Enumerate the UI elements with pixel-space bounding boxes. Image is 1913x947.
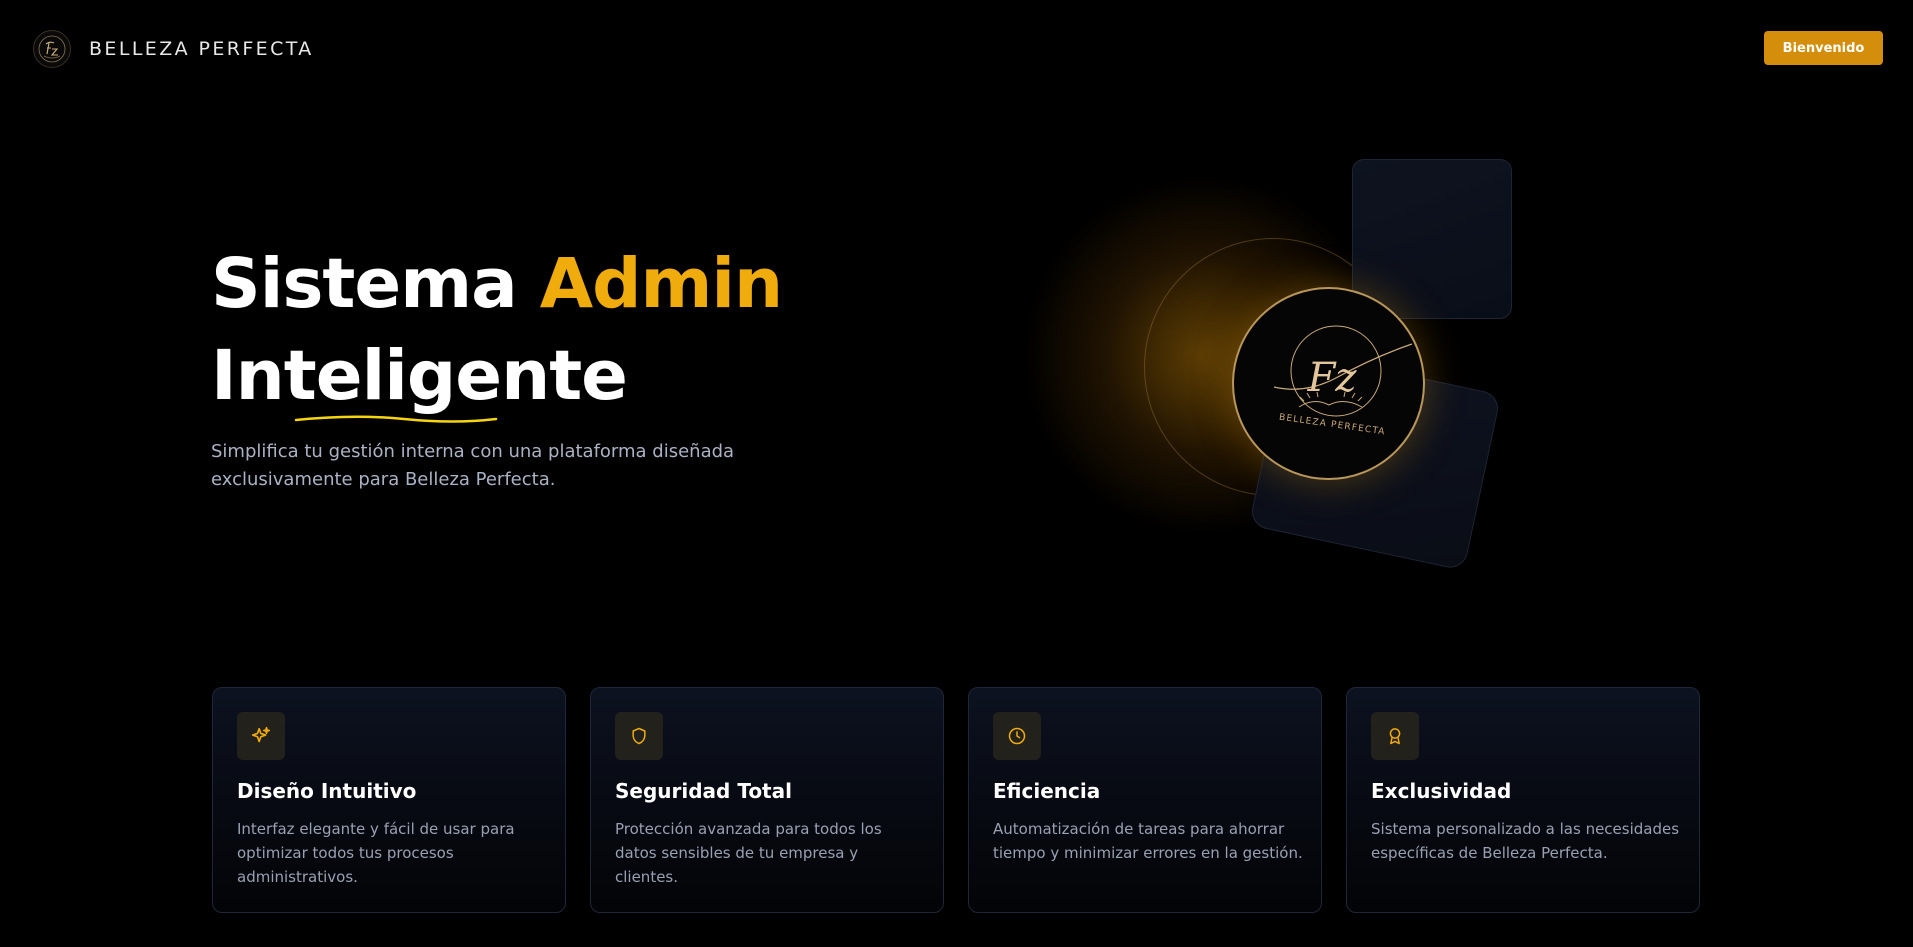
hero-title-part1: Sistema	[211, 244, 540, 324]
shield-icon	[615, 712, 663, 760]
hero-title-accent: Admin	[539, 244, 783, 324]
brand-emblem-logo: Fz BELLEZA PERFECTA	[1273, 325, 1412, 437]
emblem-monogram: Fz	[1306, 355, 1357, 401]
feature-card-efficiency: Eficiencia Automatización de tareas para…	[968, 687, 1322, 913]
hero-subtitle: Simplifica tu gestión interna con una pl…	[211, 441, 735, 490]
features-section: Diseño Intuitivo Interfaz elegante y fác…	[212, 687, 1700, 913]
decorative-card-top	[1352, 159, 1512, 319]
feature-title: Exclusividad	[1371, 779, 1512, 803]
feature-description: Sistema personalizado a las necesidades …	[1371, 820, 1680, 862]
feature-card-exclusivity: Exclusividad Sistema personalizado a las…	[1346, 687, 1700, 913]
sparkles-icon	[237, 712, 285, 760]
brand[interactable]: BELLEZA PERFECTA	[33, 30, 314, 68]
landing-page: BELLEZA PERFECTA Bienvenido Sistema Admi…	[0, 0, 1913, 947]
brand-logo-icon	[38, 35, 66, 63]
title-underline-decoration	[294, 415, 498, 423]
hero-title-line2: Inteligente	[211, 336, 628, 416]
award-icon	[1371, 712, 1419, 760]
clock-icon	[993, 712, 1041, 760]
feature-description: Protección avanzada para todos los datos…	[615, 820, 882, 886]
hero-title: Sistema Admin Inteligente	[211, 238, 783, 422]
feature-description: Interfaz elegante y fácil de usar para o…	[237, 820, 515, 886]
brand-name: BELLEZA PERFECTA	[89, 38, 314, 60]
welcome-button[interactable]: Bienvenido	[1764, 31, 1883, 65]
feature-description: Automatización de tareas para ahorrar ti…	[993, 820, 1303, 862]
header: BELLEZA PERFECTA Bienvenido	[0, 0, 1913, 95]
feature-card-security: Seguridad Total Protección avanzada para…	[590, 687, 944, 913]
feature-card-design: Diseño Intuitivo Interfaz elegante y fác…	[212, 687, 566, 913]
brand-logo	[33, 30, 71, 68]
feature-title: Diseño Intuitivo	[237, 779, 417, 803]
feature-title: Seguridad Total	[615, 779, 792, 803]
feature-title: Eficiencia	[993, 779, 1101, 803]
brand-emblem: Fz BELLEZA PERFECTA	[1232, 287, 1425, 480]
